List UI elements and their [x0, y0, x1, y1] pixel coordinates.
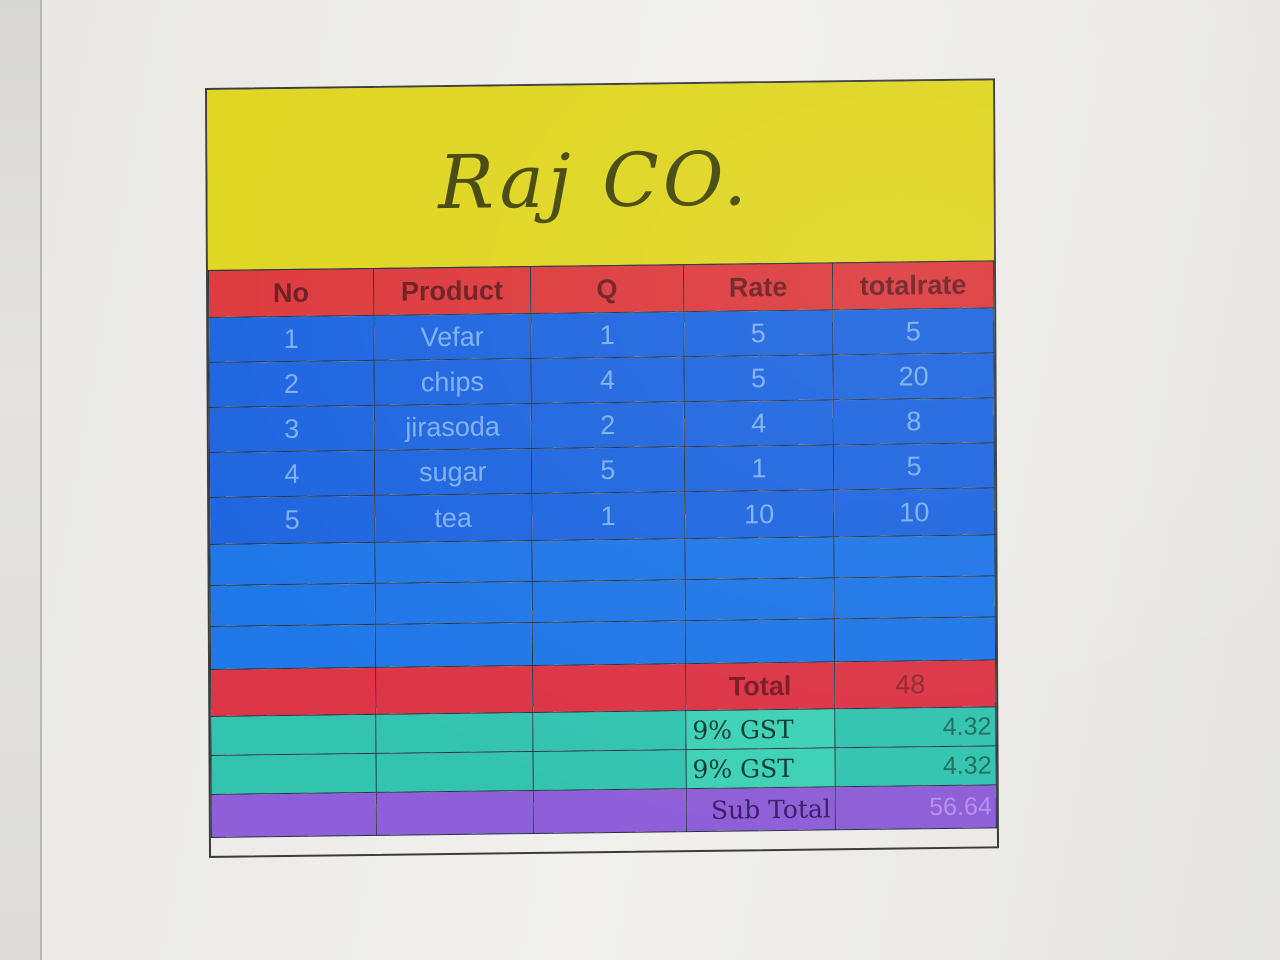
subtotal-value[interactable]: 56.64 — [835, 784, 997, 830]
empty-cell[interactable] — [685, 577, 835, 621]
empty-cell[interactable] — [533, 788, 687, 834]
invoice-sheet: Raj CO. No Product Q Rate totalrate 1 Ve… — [205, 78, 1000, 858]
cell-product[interactable]: jirasoda — [374, 403, 532, 451]
empty-cell[interactable] — [531, 538, 686, 582]
empty-cell[interactable] — [209, 542, 375, 586]
subtotal-label[interactable]: Sub Total — [686, 786, 836, 832]
cell-totalrate[interactable]: 5 — [832, 307, 994, 355]
cell-no[interactable]: 3 — [209, 405, 375, 453]
total-value[interactable]: 48 — [834, 659, 996, 709]
empty-cell[interactable] — [374, 581, 533, 625]
empty-cell[interactable] — [376, 790, 534, 836]
empty-cell[interactable] — [210, 583, 376, 627]
invoice-table: No Product Q Rate totalrate 1 Vefar 1 5 … — [208, 260, 997, 838]
empty-cell[interactable] — [210, 667, 376, 717]
header-totalrate: totalrate — [832, 260, 994, 310]
empty-cell[interactable] — [834, 616, 996, 662]
empty-cell[interactable] — [685, 618, 835, 664]
cell-no[interactable]: 5 — [209, 495, 375, 545]
empty-cell[interactable] — [210, 714, 376, 756]
empty-cell[interactable] — [532, 710, 686, 752]
empty-cell[interactable] — [532, 663, 686, 713]
gst-label[interactable]: 9% GST — [685, 747, 836, 789]
cell-totalrate[interactable]: 5 — [833, 442, 995, 490]
gst-value[interactable]: 4.32 — [834, 706, 996, 748]
title-band: Raj CO. — [207, 80, 994, 272]
empty-cell[interactable] — [684, 536, 835, 580]
empty-cell[interactable] — [531, 579, 686, 623]
total-label[interactable]: Total — [685, 661, 835, 711]
empty-cell[interactable] — [210, 753, 377, 795]
header-quantity: Q — [530, 264, 684, 314]
cell-product[interactable]: tea — [374, 493, 532, 543]
gst-value[interactable]: 4.32 — [835, 745, 997, 787]
cell-quantity[interactable]: 1 — [530, 311, 684, 359]
cell-quantity[interactable]: 1 — [531, 491, 685, 541]
company-title: Raj CO. — [438, 136, 751, 227]
empty-cell[interactable] — [833, 534, 996, 578]
subtotal-row: Sub Total 56.64 — [211, 784, 997, 838]
cell-no[interactable]: 2 — [208, 360, 375, 408]
cell-quantity[interactable]: 4 — [530, 356, 685, 404]
header-no: No — [208, 268, 374, 318]
empty-cell[interactable] — [375, 712, 533, 754]
empty-cell[interactable] — [211, 792, 377, 838]
screen-edge — [40, 0, 42, 960]
header-rate: Rate — [683, 262, 833, 312]
cell-rate[interactable]: 10 — [684, 489, 834, 539]
cell-rate[interactable]: 4 — [684, 399, 834, 447]
header-product: Product — [373, 266, 531, 316]
cell-totalrate[interactable]: 8 — [833, 397, 995, 445]
cell-product[interactable]: sugar — [374, 448, 532, 496]
cell-quantity[interactable]: 5 — [531, 446, 685, 494]
empty-cell[interactable] — [834, 575, 996, 619]
empty-cell[interactable] — [374, 540, 532, 584]
empty-cell[interactable] — [375, 665, 533, 715]
empty-cell[interactable] — [375, 751, 534, 793]
cell-product[interactable]: Vefar — [373, 313, 531, 361]
cell-rate[interactable]: 5 — [683, 354, 834, 402]
empty-cell[interactable] — [532, 749, 687, 791]
cell-rate[interactable]: 5 — [683, 309, 833, 357]
gst-label[interactable]: 9% GST — [685, 708, 836, 750]
cell-no[interactable]: 4 — [209, 450, 375, 498]
cell-totalrate[interactable]: 20 — [832, 352, 995, 400]
cell-product[interactable]: chips — [373, 358, 532, 406]
empty-cell[interactable] — [532, 620, 686, 666]
empty-cell[interactable] — [210, 624, 376, 670]
empty-cell[interactable] — [375, 622, 533, 668]
cell-totalrate[interactable]: 10 — [833, 487, 995, 537]
cell-quantity[interactable]: 2 — [531, 401, 685, 449]
cell-no[interactable]: 1 — [208, 315, 374, 363]
cell-rate[interactable]: 1 — [684, 444, 834, 492]
